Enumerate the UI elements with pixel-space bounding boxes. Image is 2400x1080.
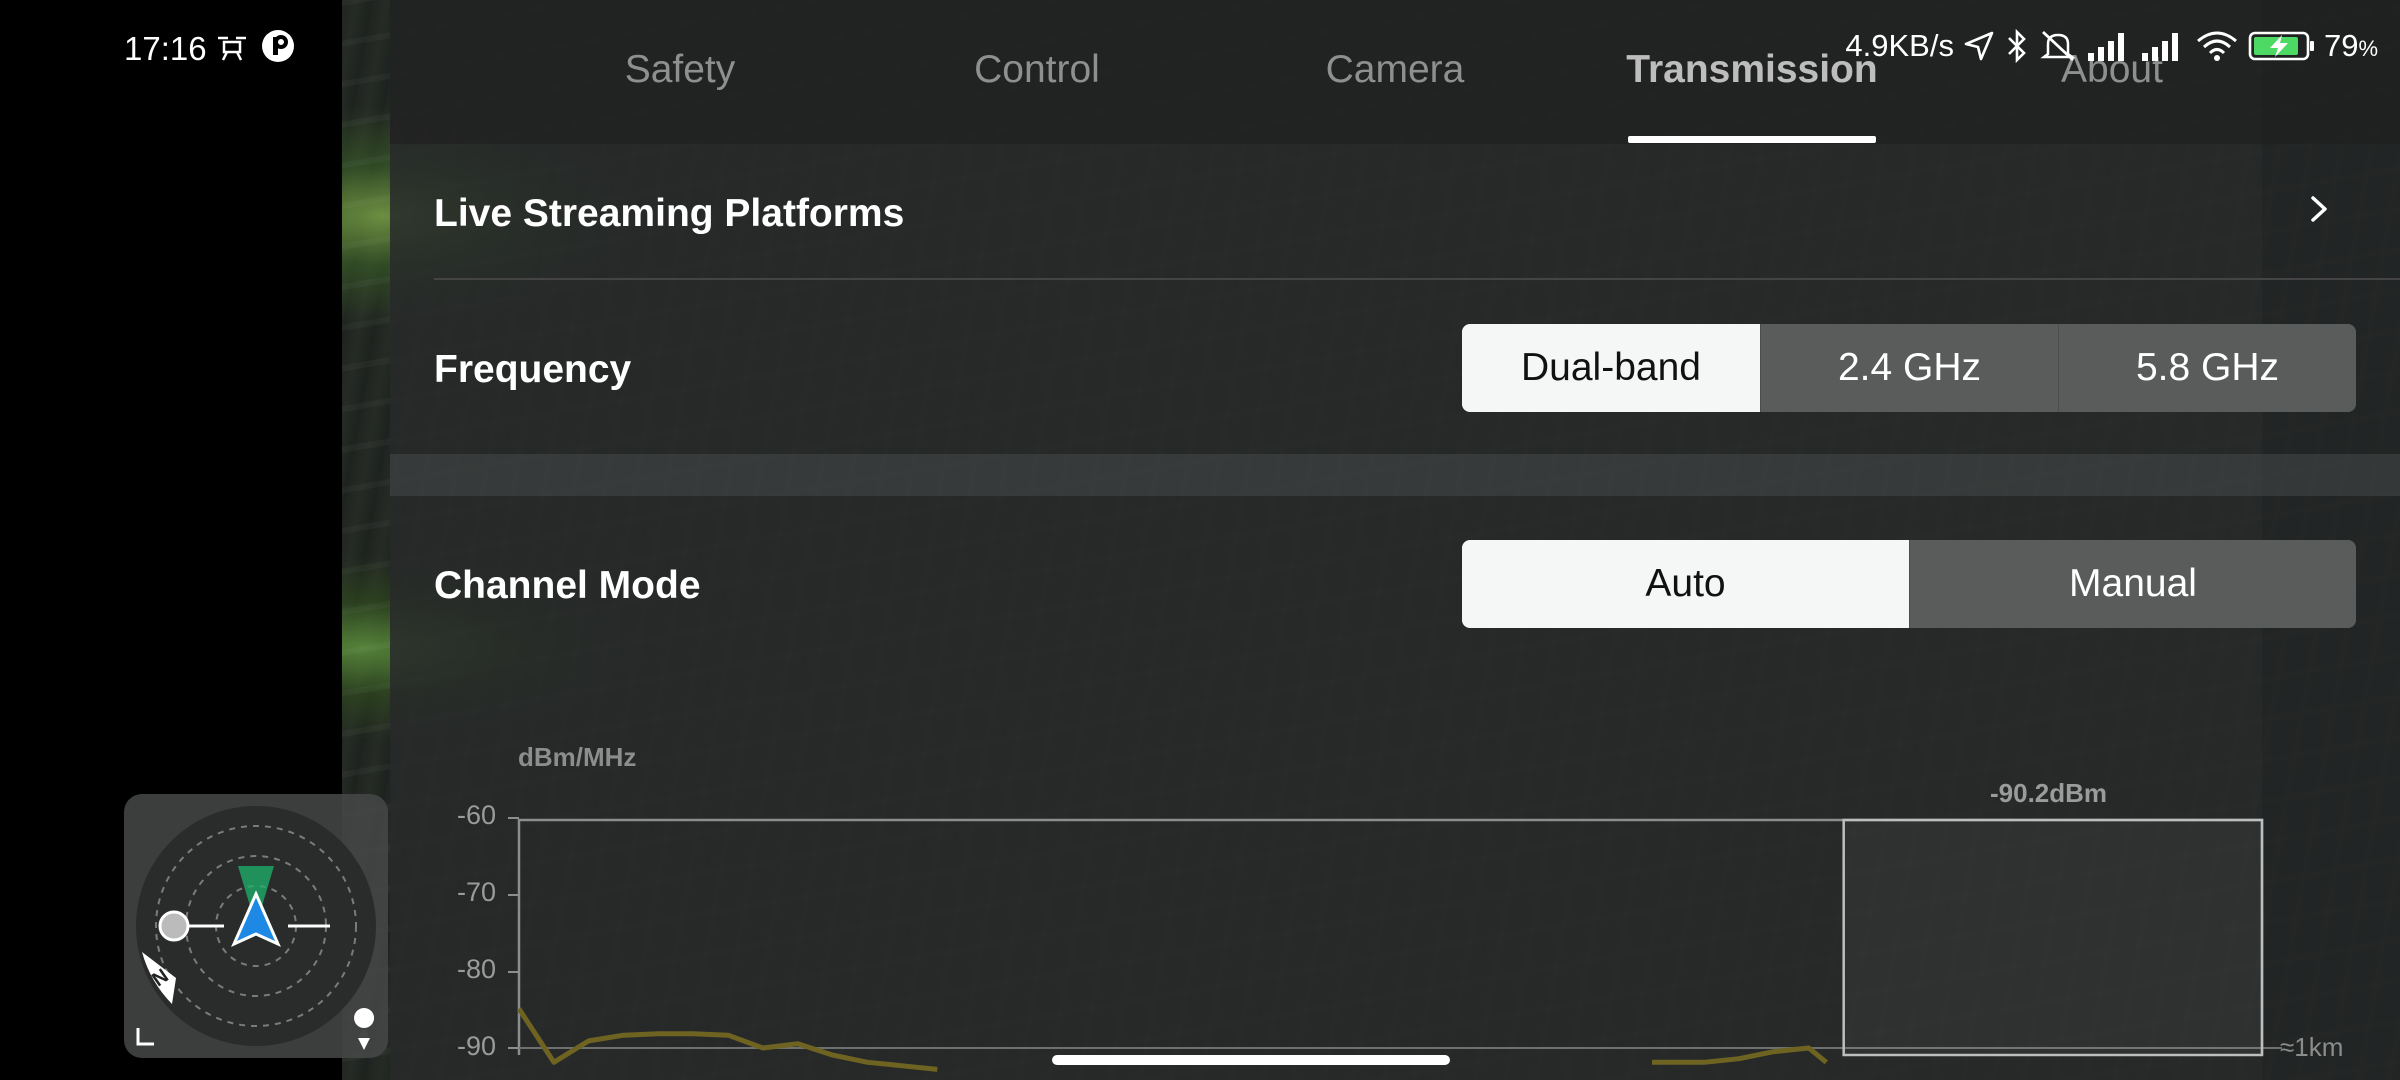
network-speed: 4.9KB/s bbox=[1845, 28, 1954, 63]
y-tick-label: -80 bbox=[456, 954, 496, 984]
status-left-icons bbox=[214, 28, 296, 64]
live-streaming-label: Live Streaming Platforms bbox=[434, 192, 905, 235]
channel-mode-segmented-control: Auto Manual bbox=[1462, 540, 2356, 628]
channel-mode-label: Channel Mode bbox=[434, 564, 701, 607]
brand-icon bbox=[262, 30, 294, 62]
signal-icon bbox=[2141, 33, 2178, 61]
live-streaming-row[interactable]: Live Streaming Platforms bbox=[434, 192, 904, 236]
y-tick-label: -70 bbox=[456, 877, 496, 907]
home-indicator[interactable] bbox=[1052, 1055, 1450, 1065]
battery-charging-icon bbox=[2248, 31, 2314, 61]
home-point-icon bbox=[158, 910, 190, 942]
corner-bracket-icon bbox=[136, 1028, 154, 1046]
chart-y-axis-label: dBm/MHz bbox=[518, 742, 637, 772]
chevron-right-icon[interactable] bbox=[2306, 196, 2332, 222]
mute-icon bbox=[2040, 30, 2076, 62]
current-interference-label: -90.2dBm bbox=[1990, 778, 2108, 808]
tab-safety[interactable]: Safety bbox=[580, 48, 780, 98]
divider bbox=[434, 278, 2400, 280]
frequency-label: Frequency bbox=[434, 348, 632, 391]
y-tick-label: -90 bbox=[456, 1031, 496, 1061]
tab-camera[interactable]: Camera bbox=[1295, 48, 1495, 98]
battery-percent-suffix: % bbox=[2358, 36, 2378, 61]
frequency-option-dual-band[interactable]: Dual-band bbox=[1462, 324, 1760, 412]
wifi-icon bbox=[2196, 31, 2237, 61]
channel-mode-option-auto[interactable]: Auto bbox=[1462, 540, 1909, 628]
location-icon bbox=[1964, 31, 1994, 61]
status-time: 17:16 bbox=[124, 30, 207, 67]
app-root: Safety Control Camera Transmission About… bbox=[0, 0, 2400, 1080]
status-bar-right: 4.9KB/s 79% bbox=[1845, 28, 2378, 64]
battery-percent: 79% bbox=[2324, 28, 2378, 64]
battery-percent-value: 79 bbox=[2323, 28, 2359, 63]
tab-transmission[interactable]: Transmission bbox=[1620, 48, 1884, 98]
y-tick-label: -60 bbox=[456, 800, 496, 830]
active-tab-indicator bbox=[1628, 136, 1876, 143]
section-separator bbox=[390, 454, 2400, 496]
frequency-segmented-control: Dual-band 2.4 GHz 5.8 GHz bbox=[1462, 324, 2356, 412]
estimated-range-label: ≈1km bbox=[2280, 1032, 2344, 1062]
map-pin-icon bbox=[354, 1008, 375, 1050]
radar-display: N bbox=[136, 806, 376, 1050]
bluetooth-icon bbox=[2008, 28, 2026, 64]
frequency-option-5-8ghz[interactable]: 5.8 GHz bbox=[2058, 324, 2356, 412]
signal-icon bbox=[2087, 33, 2124, 61]
channel-mode-option-manual[interactable]: Manual bbox=[1909, 540, 2356, 628]
tab-control[interactable]: Control bbox=[937, 48, 1137, 98]
drone-icon bbox=[218, 36, 246, 61]
frequency-option-2-4ghz[interactable]: 2.4 GHz bbox=[1760, 324, 2058, 412]
radar-widget[interactable]: N bbox=[124, 794, 388, 1058]
